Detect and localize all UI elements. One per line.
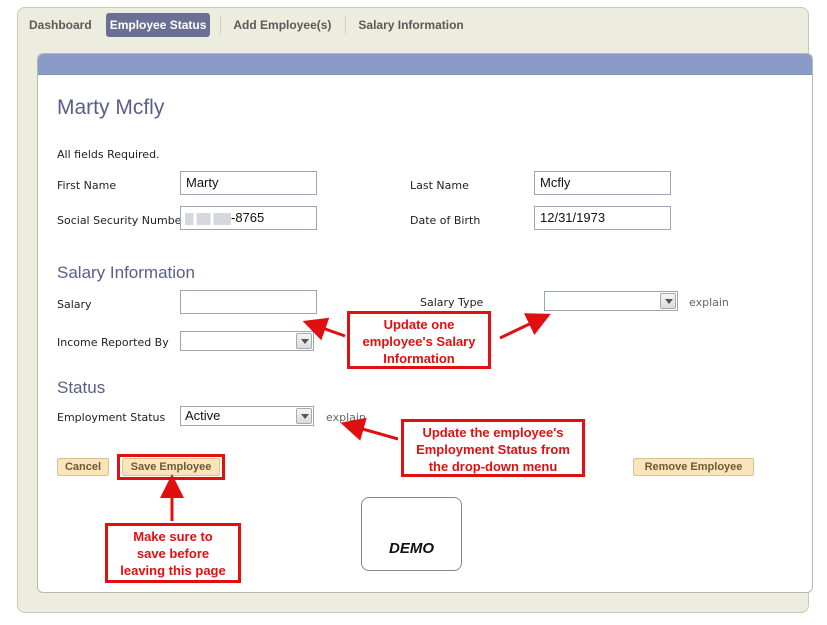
annotation-arrows [160,313,551,521]
arrow-to-salary-input [302,317,346,341]
arrow-to-explain [340,417,399,441]
arrow-to-salary-type [499,313,551,340]
